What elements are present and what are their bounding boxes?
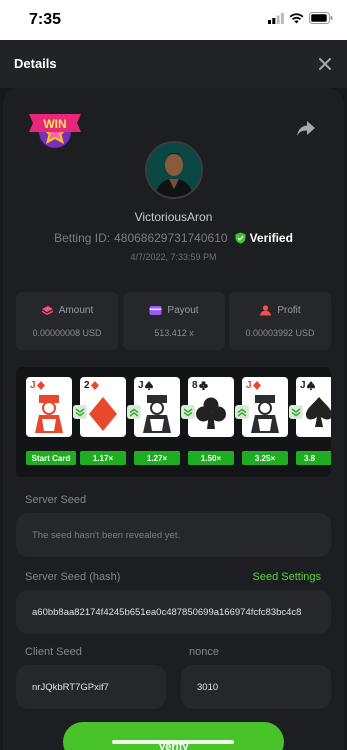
svg-text:WIN: WIN [43, 117, 66, 131]
diamond-large-icon [89, 397, 117, 431]
betting-id-value: 48068629731740610 [114, 231, 228, 245]
server-seed-hash-value: a60bb8aa82174f4245b651ea0c487850699a1669… [32, 606, 302, 618]
higher-arrow-chip [127, 405, 141, 419]
server-seed-placeholder: The seed hasn't been revealed yet. [32, 529, 181, 541]
win-badge-icon: WIN [29, 114, 81, 148]
chevron-down-icon [183, 407, 193, 416]
club-icon [199, 381, 208, 390]
page-title: Details [14, 56, 57, 71]
chevron-up-icon [237, 408, 247, 417]
jack-face-icon [143, 395, 171, 433]
client-seed-value: nrJQkbRT7GPxif7 [32, 681, 109, 693]
close-button[interactable] [315, 54, 335, 74]
server-seed-field[interactable]: The seed hasn't been revealed yet. [16, 513, 331, 557]
profit-icon [260, 305, 272, 316]
close-icon [319, 58, 331, 70]
verified-label: Verified [249, 231, 293, 245]
spade-large-icon [306, 397, 331, 427]
payout-label: Payout [167, 305, 199, 316]
multiplier-chip: 3.25× [242, 451, 288, 465]
bet-date: 4/7/2022, 7:33:59 PM [130, 252, 217, 262]
wallet-icon [149, 306, 162, 315]
nonce-field[interactable]: 3010 [181, 665, 331, 709]
diamond-icon [37, 381, 45, 390]
multiplier-chip: Start Card [26, 451, 76, 465]
amount-value: 0.00000008 USD [32, 328, 102, 338]
lower-arrow-chip [181, 405, 195, 419]
profit-value: 0.00003992 USD [245, 328, 315, 338]
chevron-up-icon [129, 408, 139, 417]
betting-id-row: Betting ID: 48068629731740610 Verified [0, 231, 347, 245]
battery-icon [309, 12, 333, 24]
server-seed-hash-field[interactable]: a60bb8aa82174f4245b651ea0c487850699a1669… [16, 590, 331, 634]
home-indicator [112, 740, 234, 744]
wifi-icon [289, 12, 304, 23]
diamond-icon [253, 381, 261, 390]
card-rank: J [300, 380, 306, 391]
status-time: 7:35 [29, 11, 62, 28]
club-large-icon [196, 397, 226, 429]
username: VictoriousAron [134, 210, 213, 224]
share-icon[interactable] [296, 120, 316, 138]
multiplier-chip: 1.50× [188, 451, 234, 465]
spade-icon [145, 381, 153, 390]
spade-icon [307, 381, 315, 390]
chevron-down-icon [291, 407, 301, 416]
card-rank: J [246, 380, 252, 391]
client-seed-label: Client Seed [25, 646, 82, 658]
server-seed-hash-label: Server Seed (hash) [25, 571, 121, 583]
betting-id-label: Betting ID: [54, 231, 111, 245]
payout-stat: Payout 513.412 x [123, 292, 225, 350]
chevron-down-icon [75, 407, 85, 416]
lower-arrow-chip [73, 405, 87, 419]
higher-arrow-chip [235, 405, 249, 419]
verify-button[interactable]: Verify [63, 722, 284, 750]
status-bar: 7:35 [0, 0, 347, 40]
shield-check-icon [235, 232, 246, 244]
card-rank: J [30, 380, 36, 391]
multiplier-chip: 3.8 [296, 451, 331, 465]
amount-label: Amount [58, 305, 94, 316]
multiplier-chip: 1.17× [80, 451, 126, 465]
jack-face-icon [35, 395, 63, 433]
playing-card-jack-diamonds: J [26, 377, 72, 437]
signal-icon [268, 12, 284, 24]
card-rank: 8 [192, 380, 198, 391]
multiplier-chip: 1.27× [134, 451, 180, 465]
coins-icon [41, 306, 53, 315]
avatar-image [147, 143, 201, 197]
nonce-label: nonce [189, 646, 219, 658]
avatar [145, 141, 203, 199]
jack-face-icon [251, 395, 279, 433]
seed-settings-link[interactable]: Seed Settings [253, 571, 322, 583]
diamond-icon [91, 381, 99, 390]
card-rank: J [138, 380, 144, 391]
status-icons [268, 12, 333, 24]
nonce-value: 3010 [197, 681, 219, 693]
card-rank: 2 [84, 380, 90, 391]
profit-stat: Profit 0.00003992 USD [229, 292, 331, 350]
header: Details [0, 40, 347, 88]
client-seed-field[interactable]: nrJQkbRT7GPxif7 [16, 665, 166, 709]
cards-panel: J 2 J 8 J J Start Card 1.17× 1.27× 1.50×… [16, 367, 331, 477]
amount-stat: Amount 0.00000008 USD [16, 292, 118, 350]
lower-arrow-chip [289, 405, 303, 419]
profit-label: Profit [277, 305, 301, 316]
payout-value: 513.412 x [154, 328, 194, 338]
server-seed-label: Server Seed [25, 494, 87, 506]
